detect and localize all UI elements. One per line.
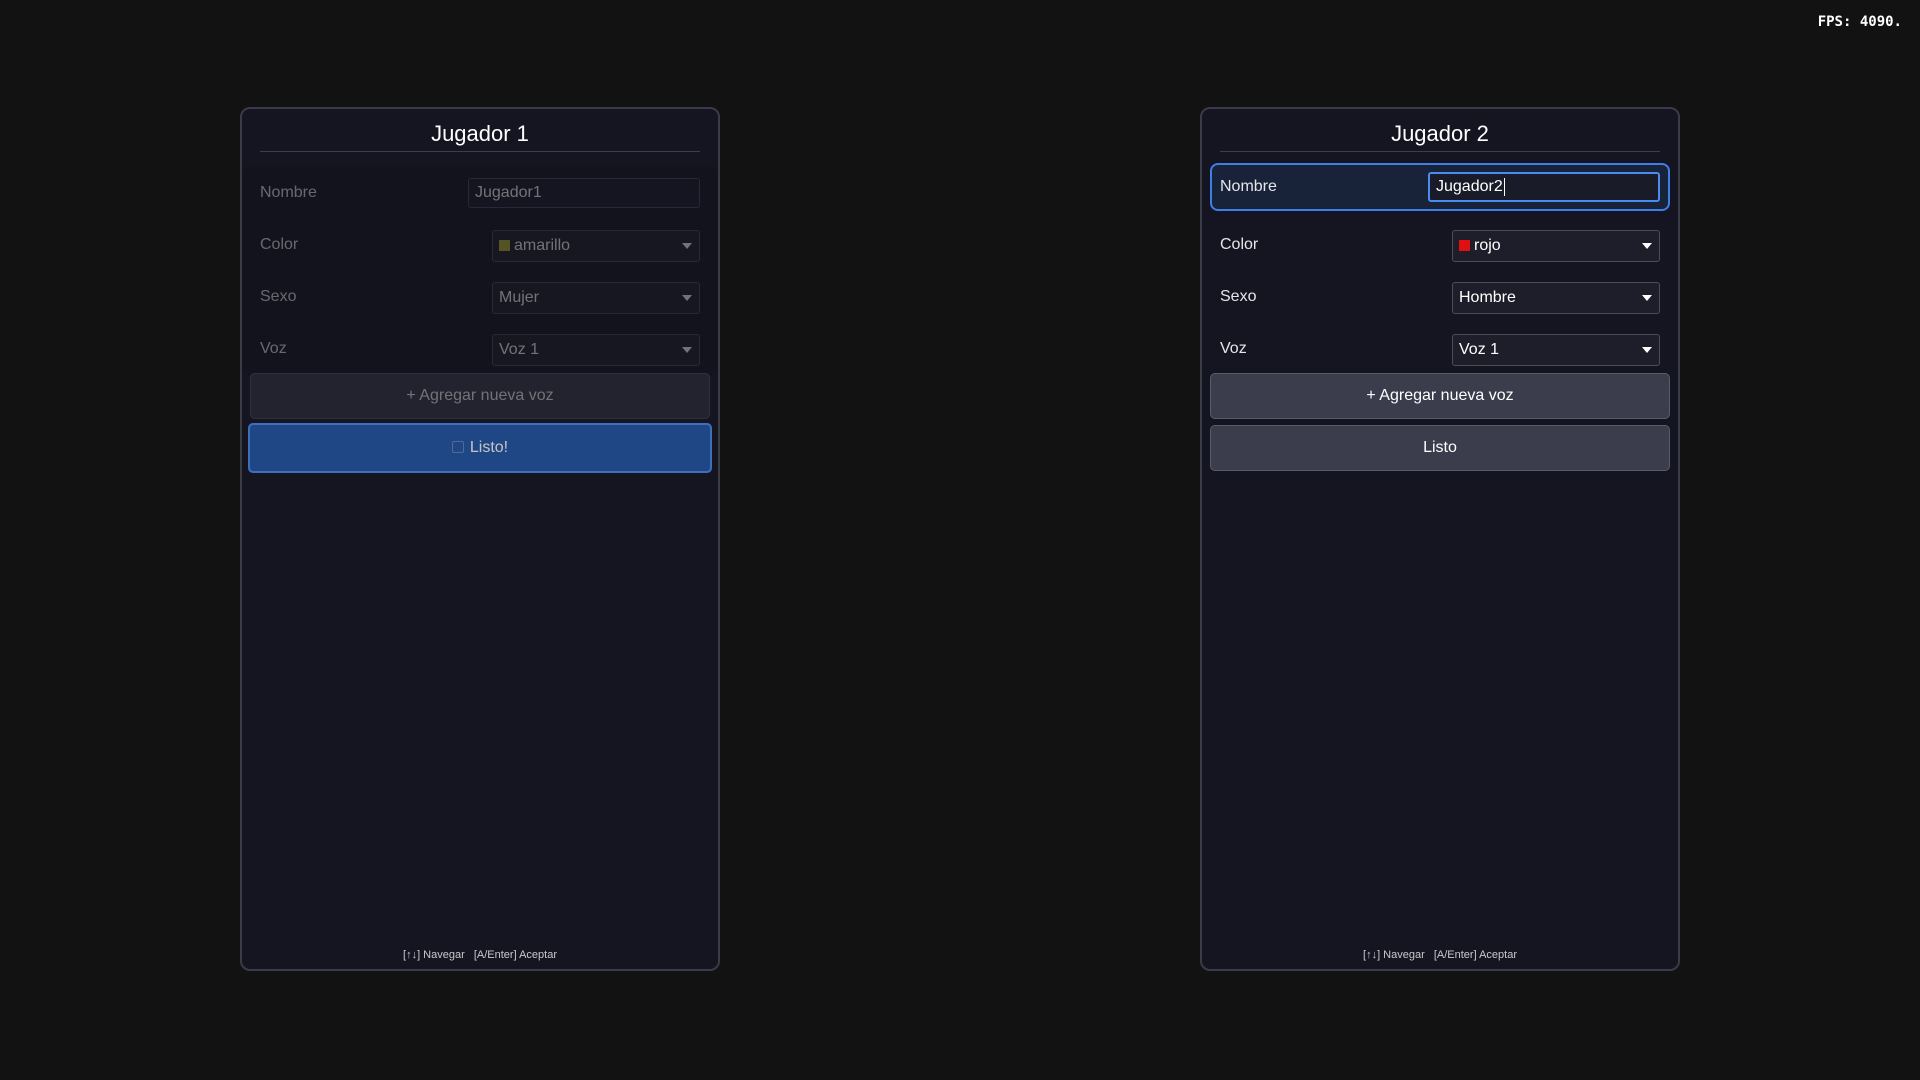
player-1-panel: Jugador 1 Nombre Jugador1 Color amarillo… [240, 107, 720, 971]
color-value: rojo [1474, 237, 1501, 254]
sex-row: Sexo Hombre [1210, 273, 1670, 321]
dropdown-arrow-icon [682, 243, 692, 249]
color-select[interactable]: amarillo [492, 230, 700, 262]
player-2-panel: Jugador 2 Nombre Jugador2 Color rojo Sex… [1200, 107, 1680, 971]
controls-hint: [↑↓] Navegar [A/Enter] Aceptar [1202, 949, 1678, 961]
dropdown-arrow-icon [682, 295, 692, 301]
dropdown-arrow-icon [1642, 347, 1652, 353]
name-label: Nombre [260, 184, 317, 201]
voice-row: Voz Voz 1 [1210, 325, 1670, 373]
voice-row: Voz Voz 1 [250, 325, 710, 373]
voice-value: Voz 1 [1459, 341, 1500, 358]
sex-value: Hombre [1459, 289, 1516, 306]
color-row: Color rojo [1210, 221, 1670, 269]
add-voice-button[interactable]: + Agregar nueva voz [1210, 373, 1670, 419]
dropdown-arrow-icon [1642, 243, 1652, 249]
color-label: Color [1220, 236, 1259, 253]
hint-navigate: [↑↓] Navegar [403, 949, 465, 961]
hint-navigate: [↑↓] Navegar [1363, 949, 1425, 961]
name-input[interactable]: Jugador1 [468, 178, 700, 208]
panel-title: Jugador 1 [431, 121, 529, 146]
color-swatch [1459, 240, 1470, 251]
add-voice-button[interactable]: + Agregar nueva voz [250, 373, 710, 419]
title-divider [1220, 151, 1660, 152]
hint-accept: [A/Enter] Aceptar [473, 949, 557, 961]
fps-counter: FPS: 4090. [1817, 14, 1902, 30]
sex-select[interactable]: Mujer [492, 282, 700, 314]
ready-label: Listo! [469, 439, 509, 456]
dropdown-arrow-icon [682, 347, 692, 353]
color-value: amarillo [514, 237, 571, 254]
checkbox-icon [451, 441, 464, 453]
name-input[interactable]: Jugador2 [1428, 172, 1660, 202]
panel-title: Jugador 2 [1391, 121, 1489, 146]
color-swatch [499, 240, 510, 251]
name-value: Jugador1 [475, 184, 542, 201]
voice-select[interactable]: Voz 1 [1452, 334, 1660, 366]
sex-select[interactable]: Hombre [1452, 282, 1660, 314]
controls-hint: [↑↓] Navegar [A/Enter] Aceptar [242, 949, 718, 961]
hint-accept: [A/Enter] Aceptar [1433, 949, 1517, 961]
voice-select[interactable]: Voz 1 [492, 334, 700, 366]
color-label: Color [260, 236, 299, 253]
color-select[interactable]: rojo [1452, 230, 1660, 262]
sex-value: Mujer [499, 289, 540, 306]
voice-value: Voz 1 [499, 341, 540, 358]
name-value: Jugador2 [1436, 178, 1503, 195]
name-label: Nombre [1220, 178, 1277, 195]
voice-label: Voz [260, 340, 287, 357]
title-divider [260, 151, 700, 152]
ready-button[interactable]: Listo! [248, 423, 712, 473]
sex-label: Sexo [1220, 288, 1257, 305]
name-row[interactable]: Nombre Jugador2 [1210, 163, 1670, 211]
color-row: Color amarillo [250, 221, 710, 269]
dropdown-arrow-icon [1642, 295, 1652, 301]
text-caret [1503, 177, 1505, 196]
name-row: Nombre Jugador1 [250, 169, 710, 217]
sex-row: Sexo Mujer [250, 273, 710, 321]
voice-label: Voz [1220, 340, 1247, 357]
sex-label: Sexo [260, 288, 297, 305]
ready-button[interactable]: Listo [1210, 425, 1670, 471]
